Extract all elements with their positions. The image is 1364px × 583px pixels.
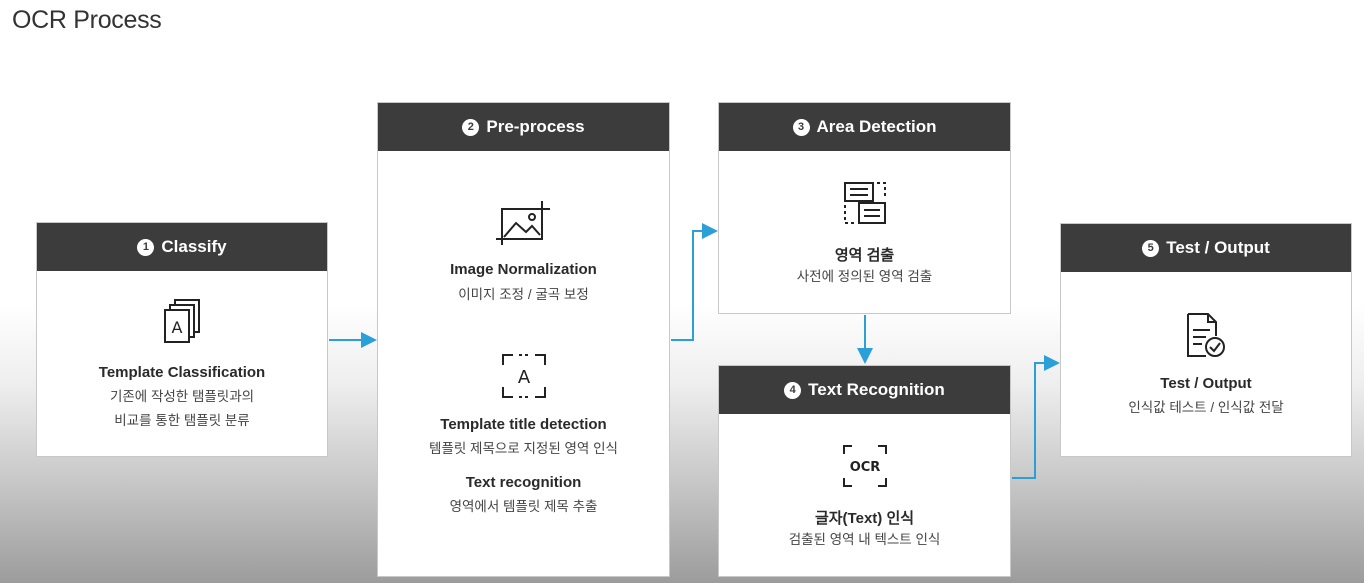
arrow-preprocess-to-area: [671, 223, 718, 341]
connector-arrows: [329, 223, 1060, 479]
arrow-text-to-output: [1012, 355, 1060, 479]
